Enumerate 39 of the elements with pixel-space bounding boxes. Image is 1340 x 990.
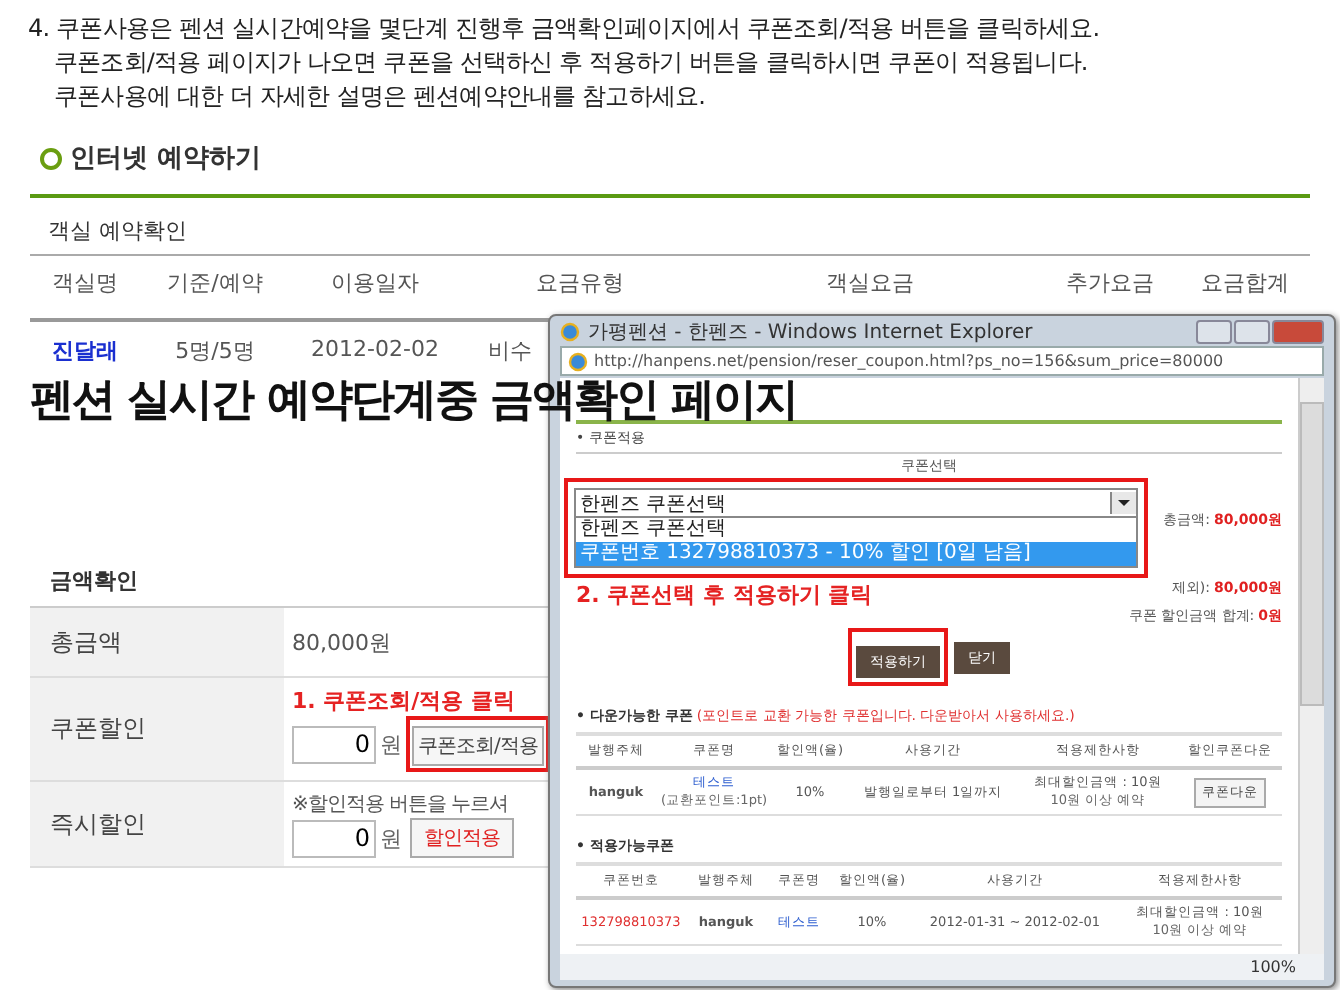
column-header: 이용일자 [329, 268, 421, 298]
zoom-level[interactable]: 100% [1250, 958, 1296, 976]
minimize-icon[interactable] [1196, 319, 1232, 343]
coupon-select[interactable]: 한펜즈 쿠폰선택 [574, 488, 1138, 518]
apply-discount-button[interactable]: 할인적용 [410, 818, 514, 858]
column-header: 추가요금 [1064, 268, 1156, 298]
annotation-text: 1. 쿠폰조회/적용 클릭 [292, 686, 516, 716]
close-icon[interactable] [1272, 319, 1324, 343]
table-title: 객실 예약확인 [48, 216, 189, 248]
column-header: 기준/예약 [165, 268, 265, 298]
column-header: 요금유형 [534, 268, 626, 298]
amount-value: 80,000원 [292, 627, 391, 657]
row-label: 즉시할인 [30, 782, 284, 866]
coupon-button[interactable]: 쿠폰조회/적용 [412, 726, 544, 766]
unit-text: 원 [380, 823, 402, 853]
caret-icon [1110, 492, 1136, 514]
table-cell-text: 5명/5명 [173, 336, 257, 366]
unit-text: 원 [380, 729, 402, 759]
circle-icon [40, 147, 62, 169]
column-header: 요금합계 [1199, 268, 1291, 298]
amount-input[interactable]: 0 [292, 725, 376, 763]
column-header: 객실요금 [824, 268, 916, 298]
room-link[interactable]: 진달래 [30, 336, 140, 366]
section-title: 인터넷 예약하기 [70, 142, 262, 176]
scrollbar[interactable] [1298, 378, 1324, 954]
table-cell: 비수 [488, 336, 532, 366]
instruction-text: 쿠폰조회/적용 페이지가 나오면 쿠폰을 선택하신 후 적용하기 버튼을 클릭하시면 쿠폰이 적용됩니다. [52, 46, 1090, 80]
annotation-text: 2. 쿠폰선택 후 적용하기 클릭 [576, 580, 873, 610]
table-cell-text: 2012-02-02 [309, 336, 441, 366]
instruction-text: 4. 쿠폰사용은 펜션 실시간예약을 몇단계 진행후 금액확인페이지에서 쿠폰조회/적용 버튼을 클릭하세요. [28, 12, 1102, 46]
instruction-text: 쿠폰사용에 대한 더 자세한 설명은 펜션예약안내를 참고하세요. [52, 80, 708, 114]
window-title: 가평펜션 - 한펜즈 - Windows Internet Explorer [588, 319, 1035, 345]
row-label: 쿠폰할인 [30, 678, 284, 780]
row-label: 총금액 [30, 608, 284, 676]
amount-input[interactable]: 0 [292, 819, 376, 857]
note-text: ※할인적용 버튼을 누르셔 [292, 792, 509, 818]
column-header: 객실명 [50, 268, 120, 298]
dropdown-option[interactable]: 한펜즈 쿠폰선택 [576, 518, 1136, 542]
maximize-icon[interactable] [1234, 319, 1270, 343]
